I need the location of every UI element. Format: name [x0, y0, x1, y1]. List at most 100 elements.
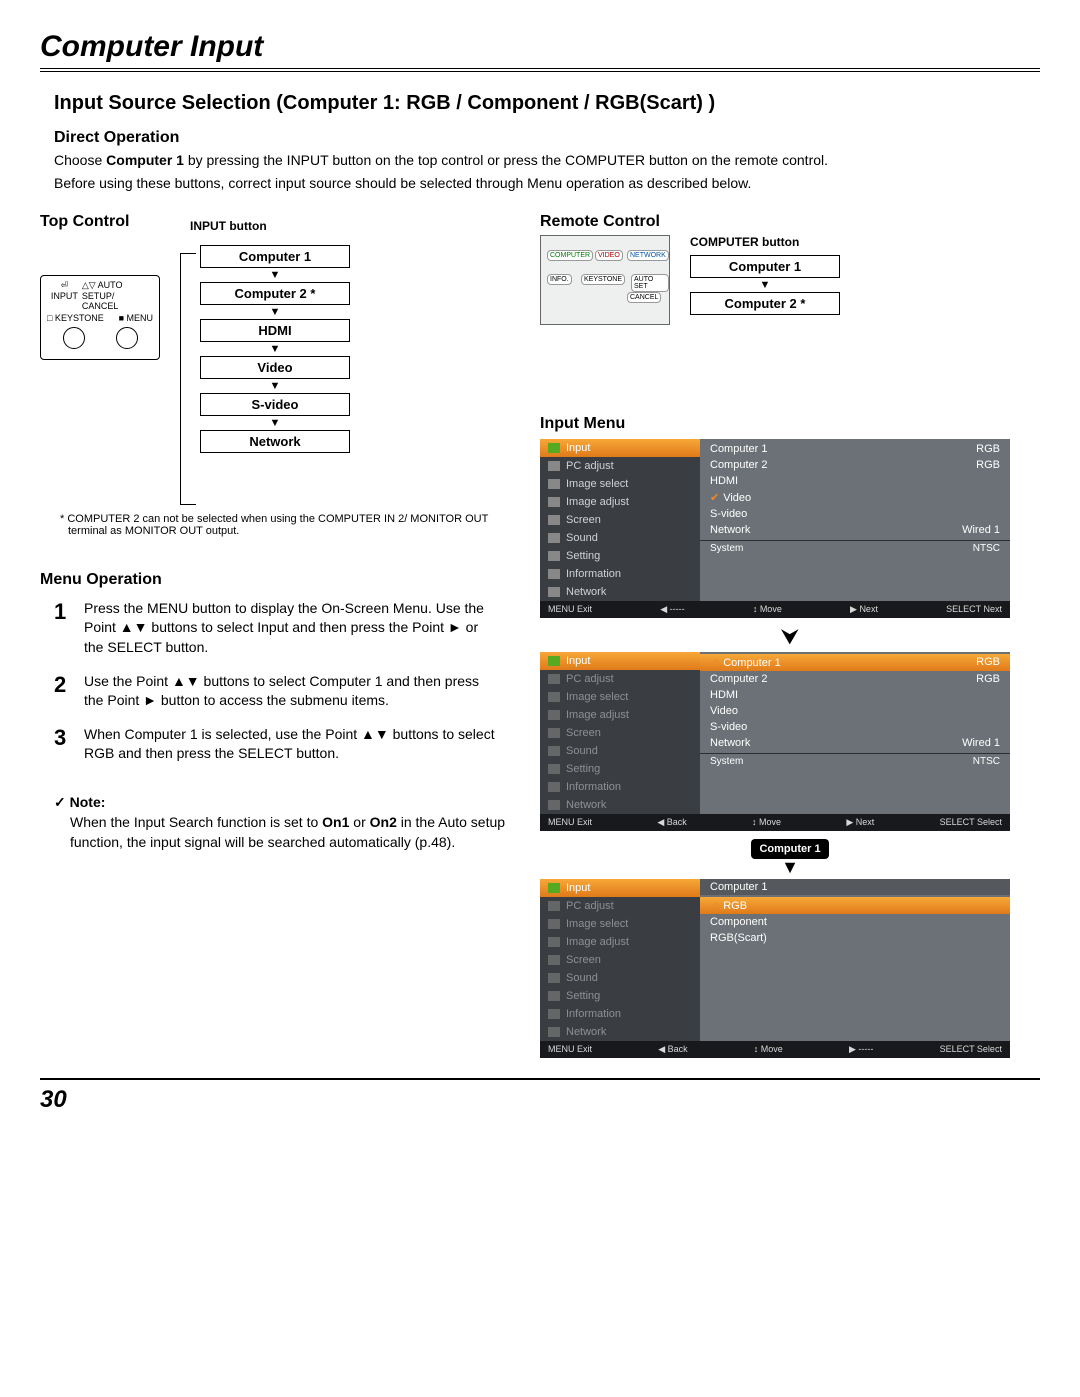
menu-item-icon: [548, 710, 560, 720]
menu-item-icon: [548, 497, 560, 507]
arrow-down-icon: ⮟: [540, 624, 1040, 650]
osd-left-item: Image adjust: [540, 493, 700, 511]
osd-right-item: Computer 2RGB: [700, 671, 1010, 687]
osd-left-item: Screen: [540, 724, 700, 742]
remote-key: KEYSTONE: [581, 274, 625, 285]
page-title: Computer Input: [40, 30, 1040, 64]
osd-bar-item: ▶ Next: [846, 817, 874, 828]
menu-item-icon: [548, 901, 560, 911]
menu-item-icon: [548, 569, 560, 579]
remote-key: NETWORK: [627, 250, 669, 261]
osd-right-item: ✔Computer 1RGB: [700, 654, 1010, 671]
osd-left-item: Information: [540, 565, 700, 583]
osd-left-item: PC adjust: [540, 670, 700, 688]
osd-left-item: PC adjust: [540, 897, 700, 915]
step-1: 1 Press the MENU button to display the O…: [54, 599, 496, 658]
osd-right-item: S-video: [700, 506, 1010, 522]
osd-right-item: Computer 1RGB: [700, 441, 1010, 457]
osd-bottom-bar: MENU Exit◀ Back↕ Move▶ -----SELECT Selec…: [540, 1041, 1010, 1058]
menu-item-icon: [548, 937, 560, 947]
osd-bar-item: ↕ Move: [754, 1044, 783, 1055]
step-text: Press the MENU button to display the On-…: [84, 599, 496, 658]
text-bold: Computer 1: [106, 152, 184, 168]
arrow-down-icon: ▼: [200, 307, 350, 317]
osd-right-item: NetworkWired 1: [700, 522, 1010, 538]
menu-item-icon: [548, 782, 560, 792]
step-text: When Computer 1 is selected, use the Poi…: [84, 725, 496, 764]
note-body: When the Input Search function is set to…: [70, 813, 510, 852]
osd-right-item: Video: [700, 703, 1010, 719]
menu-item-icon: [548, 443, 560, 453]
osd-left-item: Information: [540, 778, 700, 796]
remote-key: AUTO SET: [631, 274, 669, 292]
osd-left-item: Image adjust: [540, 706, 700, 724]
osd-left-item: Screen: [540, 951, 700, 969]
menu-item-icon: [548, 991, 560, 1001]
remote-key: VIDEO: [595, 250, 623, 261]
direct-operation-heading: Direct Operation: [54, 129, 1040, 147]
osd-left-item: Network: [540, 796, 700, 814]
step-3: 3 When Computer 1 is selected, use the P…: [54, 725, 496, 764]
arrow-down-icon: ▼: [200, 418, 350, 428]
osd-left-item: Image select: [540, 915, 700, 933]
osd-menu-1: InputPC adjustImage selectImage adjustSc…: [540, 439, 1010, 618]
pad-label: ■ MENU: [119, 313, 153, 323]
direct-op-p2: Before using these buttons, correct inpu…: [54, 174, 1020, 193]
system-label: System: [710, 543, 743, 554]
arrow-label: Computer 1: [751, 839, 828, 859]
flow-item: Network: [200, 430, 350, 453]
osd-menu-3: InputPC adjustImage selectImage adjustSc…: [540, 879, 1010, 1058]
menu-item-icon: [548, 955, 560, 965]
menu-item-icon: [548, 746, 560, 756]
menu-item-icon: [548, 764, 560, 774]
osd-left-item: Input: [540, 879, 700, 897]
pad-label: △▽ AUTO SETUP/ CANCEL: [82, 280, 153, 311]
step-text: Use the Point ▲▼ buttons to select Compu…: [84, 672, 496, 711]
osd-bar-item: SELECT Select: [940, 1044, 1002, 1055]
page-number: 30: [40, 1086, 67, 1113]
remote-control-heading: Remote Control: [540, 213, 1040, 231]
osd-left-item: Sound: [540, 969, 700, 987]
step-2: 2 Use the Point ▲▼ buttons to select Com…: [54, 672, 496, 711]
osd-left-item: Input: [540, 439, 700, 457]
osd-right-item: S-video: [700, 719, 1010, 735]
flow-item: HDMI: [200, 319, 350, 342]
remote-control-image: COMPUTER VIDEO NETWORK INFO. KEYSTONE AU…: [540, 235, 670, 325]
pad-button-icon: [116, 327, 138, 349]
input-menu-heading: Input Menu: [540, 415, 1040, 433]
pad-button-icon: [63, 327, 85, 349]
system-value: NTSC: [973, 756, 1000, 767]
menu-item-icon: [548, 656, 560, 666]
text: When the Input Search function is set to: [70, 814, 322, 830]
system-label: System: [710, 756, 743, 767]
osd-right-item: Computer 2RGB: [700, 457, 1010, 473]
flow-item: Video: [200, 356, 350, 379]
system-value: NTSC: [973, 543, 1000, 554]
osd-left-item: Image select: [540, 688, 700, 706]
menu-item-icon: [548, 692, 560, 702]
osd-left-item: Setting: [540, 760, 700, 778]
menu-item-icon: [548, 883, 560, 893]
menu-item-icon: [548, 800, 560, 810]
osd-right-item: HDMI: [700, 473, 1010, 489]
menu-item-icon: [548, 551, 560, 561]
osd-left-item: Information: [540, 1005, 700, 1023]
osd-left-item: Network: [540, 583, 700, 601]
osd-bar-item: SELECT Next: [946, 604, 1002, 615]
osd-bar-item: MENU Exit: [548, 1044, 592, 1055]
osd-bar-item: MENU Exit: [548, 817, 592, 828]
pad-label: ⏎ INPUT: [47, 280, 82, 311]
arrow-down-icon: ▼: [690, 280, 840, 290]
osd-right-item: ✔Video: [700, 489, 1010, 506]
text: or: [349, 814, 369, 830]
page-footer: 30: [40, 1078, 1040, 1114]
osd-left-item: Setting: [540, 547, 700, 565]
menu-item-icon: [548, 1009, 560, 1019]
arrow-down-icon: ▼: [200, 270, 350, 280]
osd-right-header: Computer 1: [710, 881, 767, 893]
footnote: * COMPUTER 2 can not be selected when us…: [68, 513, 510, 537]
osd-right-item: Component: [700, 914, 1010, 930]
arrow-down-icon: ▼: [200, 344, 350, 354]
menu-item-icon: [548, 533, 560, 543]
remote-key: COMPUTER: [547, 250, 593, 261]
